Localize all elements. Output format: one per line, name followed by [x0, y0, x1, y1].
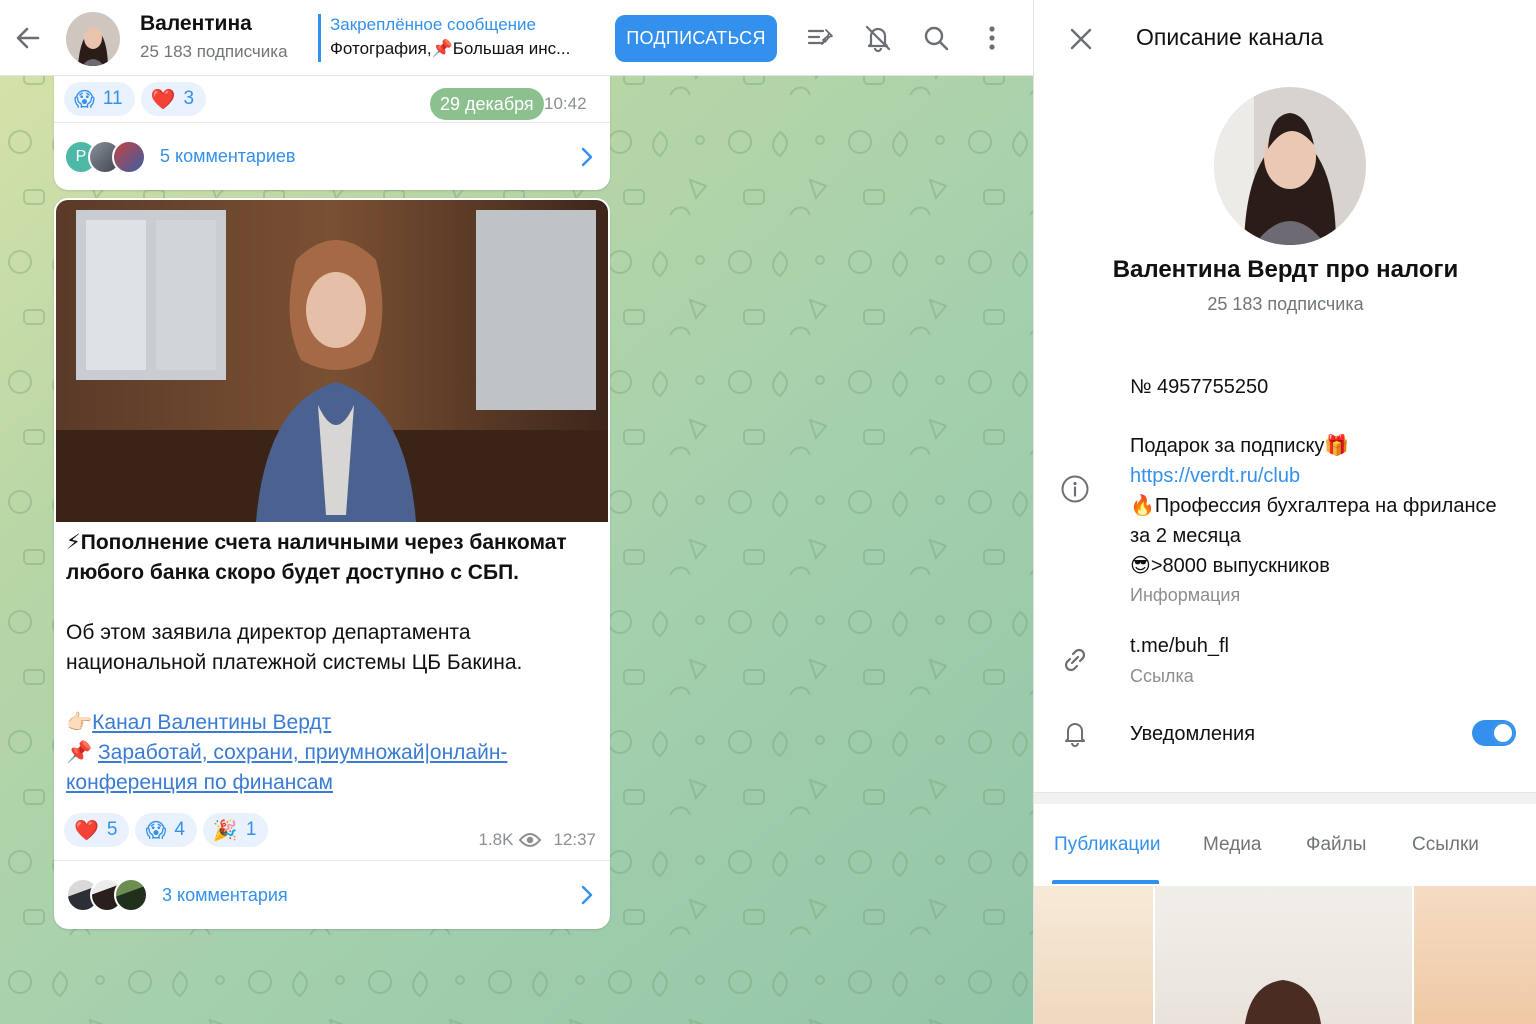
- section-divider: [1034, 792, 1536, 804]
- reaction-shocked[interactable]: 😱 11: [64, 82, 135, 116]
- comments-link[interactable]: 3 комментария: [54, 860, 610, 929]
- channel-link[interactable]: Канал Валентины Вердт: [92, 711, 331, 734]
- post-title-text: Пополнение счета наличными через банкома…: [66, 531, 567, 584]
- comments-count: 5 комментариев: [160, 146, 296, 166]
- reaction-emoji: 😱: [145, 819, 167, 842]
- close-icon[interactable]: [1068, 26, 1094, 52]
- commenter-avatars: Р: [64, 139, 146, 174]
- course-line: 🔥Профессия бухгалтера на фрилансе за 2 м…: [1130, 495, 1497, 547]
- reactions-row: 😱 11 ❤️ 3: [64, 82, 212, 116]
- notifications-label: Уведомления: [1130, 723, 1256, 745]
- media-thumbnail[interactable]: [1034, 886, 1153, 1024]
- reaction-count: 5: [106, 819, 118, 840]
- message-meta: 1.8K 12:37: [478, 830, 596, 850]
- channel-avatar[interactable]: [66, 12, 120, 66]
- reaction-emoji: ❤️: [74, 819, 99, 842]
- subscriber-count: 25 183 подписчика: [140, 42, 288, 61]
- tab-links[interactable]: Ссылки: [1412, 834, 1479, 856]
- reaction-count: 1: [245, 819, 257, 840]
- gift-line: Подарок за подписку🎁: [1130, 435, 1350, 457]
- conference-link[interactable]: Заработай, сохрани, приумножай|онлайн-ко…: [66, 741, 507, 794]
- media-thumbnail[interactable]: [1155, 886, 1412, 1024]
- registration-number: № 4957755250: [1130, 376, 1269, 398]
- subscribe-button[interactable]: ПОДПИСАТЬСЯ: [615, 15, 777, 62]
- post-title: ⚡Пополнение счета наличными через банком…: [66, 528, 598, 588]
- bell-off-icon[interactable]: [862, 22, 894, 54]
- media-grid: [1034, 886, 1536, 1024]
- date-badge: 29 декабря: [430, 88, 544, 120]
- tab-media[interactable]: Медиа: [1203, 834, 1261, 856]
- avatar: [114, 878, 148, 912]
- media-tabs: Публикации Медиа Файлы Ссылки: [1034, 828, 1536, 886]
- post-link-1: 👉🏻Канал Валентины Вердт: [66, 708, 598, 738]
- view-count: 1.8K: [478, 830, 514, 849]
- subscriber-count: 25 183 подписчика: [1207, 294, 1364, 314]
- channel-avatar-large[interactable]: [1214, 87, 1366, 245]
- reaction-party[interactable]: 🎉 1: [202, 813, 269, 847]
- eye-icon: [519, 833, 542, 847]
- reaction-count: 4: [174, 819, 185, 840]
- channel-name[interactable]: Валентина: [140, 12, 252, 36]
- chevron-right-icon: [581, 147, 593, 166]
- tab-publications[interactable]: Публикации: [1054, 834, 1161, 856]
- link-label: Ссылка: [1130, 666, 1194, 686]
- graduates-line: 😎>8000 выпускников: [1130, 555, 1330, 577]
- reaction-count: 11: [102, 88, 123, 109]
- back-arrow-icon[interactable]: [14, 24, 42, 52]
- link-icon: [1064, 648, 1086, 672]
- channel-description: № 4957755250 Подарок за подписку🎁 https:…: [1130, 372, 1510, 581]
- post-text: ⚡Пополнение счета наличными через банком…: [66, 528, 598, 798]
- panel-title: Описание канала: [1136, 24, 1324, 50]
- post-link-2: 📌 Заработай, сохрани, приумножай|онлайн-…: [66, 738, 598, 798]
- reaction-heart[interactable]: ❤️ 5: [64, 813, 130, 847]
- bell-icon: [1065, 723, 1085, 747]
- post-photo[interactable]: [56, 200, 608, 522]
- channel-title: Валентина Вердт про налоги: [1112, 256, 1459, 283]
- pinned-message[interactable]: Закреплённое сообщение Фотография,📌Больш…: [318, 14, 588, 62]
- channel-link[interactable]: t.me/buh_fl: [1130, 631, 1510, 661]
- more-vertical-icon[interactable]: [976, 22, 1008, 54]
- lightning-emoji: ⚡: [66, 531, 81, 554]
- comments-link[interactable]: Р 5 комментариев: [54, 122, 610, 190]
- active-tab-indicator: [1052, 880, 1159, 884]
- media-thumbnail[interactable]: [1414, 886, 1536, 1024]
- reaction-heart[interactable]: ❤️ 3: [140, 82, 207, 116]
- post-paragraph: Об этом заявила директор департамента на…: [66, 621, 523, 674]
- commenter-avatars: [66, 878, 148, 912]
- chat-area: Валентина 25 183 подписчика Закреплённое…: [0, 0, 1033, 1024]
- reaction-shocked[interactable]: 😱 4: [135, 813, 197, 847]
- pointing-emoji: 👉🏻: [66, 711, 93, 734]
- tab-files[interactable]: Файлы: [1306, 834, 1366, 856]
- gift-link[interactable]: https://verdt.ru/club: [1130, 461, 1510, 491]
- avatar: [112, 139, 146, 174]
- pinned-title: Закреплённое сообщение: [330, 15, 536, 34]
- reaction-emoji: ❤️: [150, 88, 176, 111]
- info-label: Информация: [1130, 585, 1241, 605]
- channel-info-panel: Описание канала Валентина Вердт про нало…: [1033, 0, 1536, 1024]
- reaction-emoji: 😱: [74, 88, 95, 111]
- reactions-row: ❤️ 5 😱 4 🎉 1: [64, 813, 274, 847]
- message-bubble-1: 😱 11 ❤️ 3 29 декабря 10:42 Р 5 комментар…: [54, 60, 610, 190]
- chevron-right-icon: [581, 885, 593, 905]
- reaction-count: 3: [183, 88, 195, 109]
- message-time: 12:37: [553, 830, 596, 849]
- message-bubble-2: ⚡Пополнение счета наличными через банком…: [54, 198, 610, 929]
- chat-header: Валентина 25 183 подписчика Закреплённое…: [0, 0, 1033, 76]
- message-time: 10:42: [544, 94, 587, 113]
- reaction-emoji: 🎉: [212, 819, 238, 842]
- pinned-text: Фотография,📌Большая инс...: [330, 39, 571, 58]
- pinned-list-icon[interactable]: [804, 22, 836, 54]
- info-icon: [1061, 475, 1089, 503]
- pin-emoji: 📌: [66, 741, 93, 764]
- comments-count: 3 комментария: [162, 884, 288, 905]
- notifications-toggle[interactable]: [1472, 720, 1516, 746]
- search-icon[interactable]: [920, 22, 952, 54]
